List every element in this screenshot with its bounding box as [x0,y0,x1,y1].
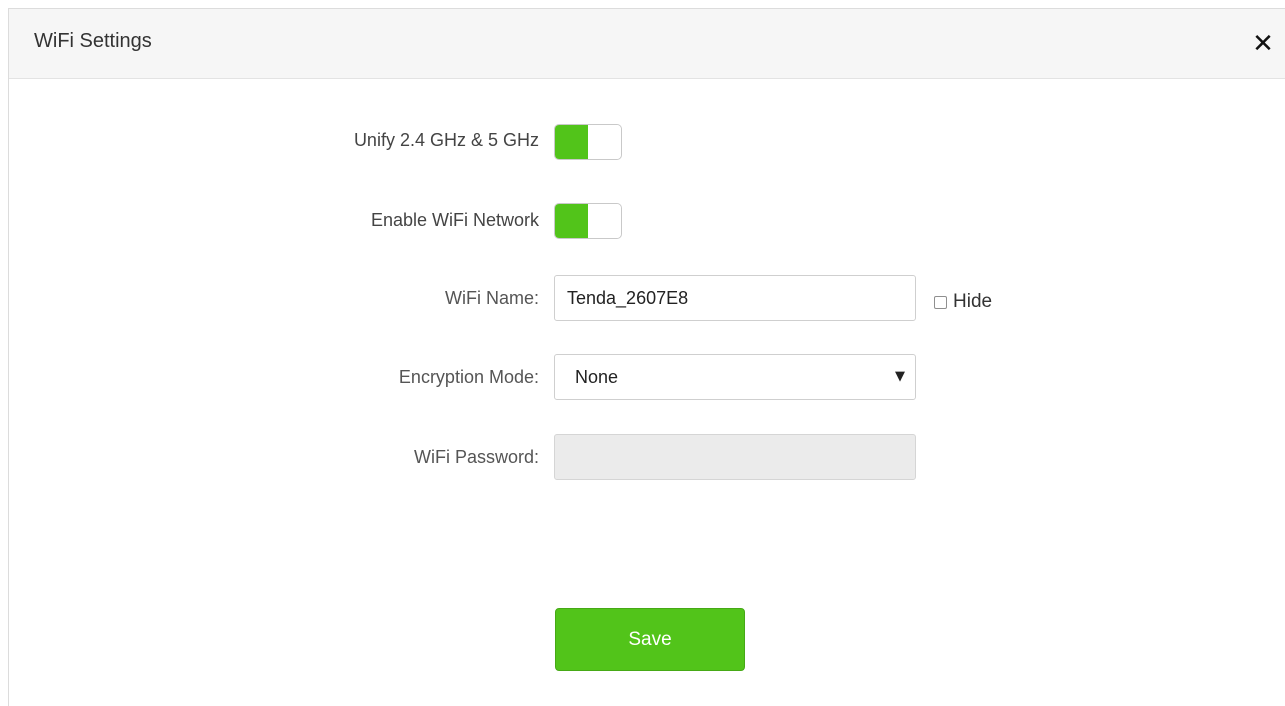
hide-label: Hide [953,291,993,312]
wifi-settings-dialog: WiFi Settings ✕ Unify 2.4 GHz & 5 GHz En… [8,8,1285,706]
wifi-name-input[interactable]: Tenda_2607E8 [554,275,916,321]
wifi-name-label: WiFi Name: [445,288,539,308]
dialog-title: WiFi Settings [34,30,152,52]
hide-ssid-option[interactable]: Hide [934,291,992,313]
encryption-mode-select[interactable]: None ▼ [554,354,916,400]
toggle-on-fill [555,204,588,238]
wifi-password-input [554,434,916,480]
save-button[interactable]: Save [555,608,745,671]
enable-wifi-toggle[interactable] [554,203,622,239]
wifi-password-label: WiFi Password: [413,447,539,467]
encryption-mode-label: Encryption Mode: [398,367,539,387]
dialog-header: WiFi Settings ✕ [9,9,1285,79]
toggle-on-fill [555,125,588,159]
unify-toggle[interactable] [554,124,622,160]
encryption-selected-value: None [575,367,619,387]
dropdown-arrow-icon: ▼ [895,369,905,384]
close-icon[interactable]: ✕ [1249,29,1277,59]
toggle-knob [588,125,621,159]
toggle-knob [588,204,621,238]
unify-label: Unify 2.4 GHz & 5 GHz [353,130,539,150]
enable-wifi-label: Enable WiFi Network [370,210,539,230]
hide-checkbox[interactable] [934,295,947,309]
